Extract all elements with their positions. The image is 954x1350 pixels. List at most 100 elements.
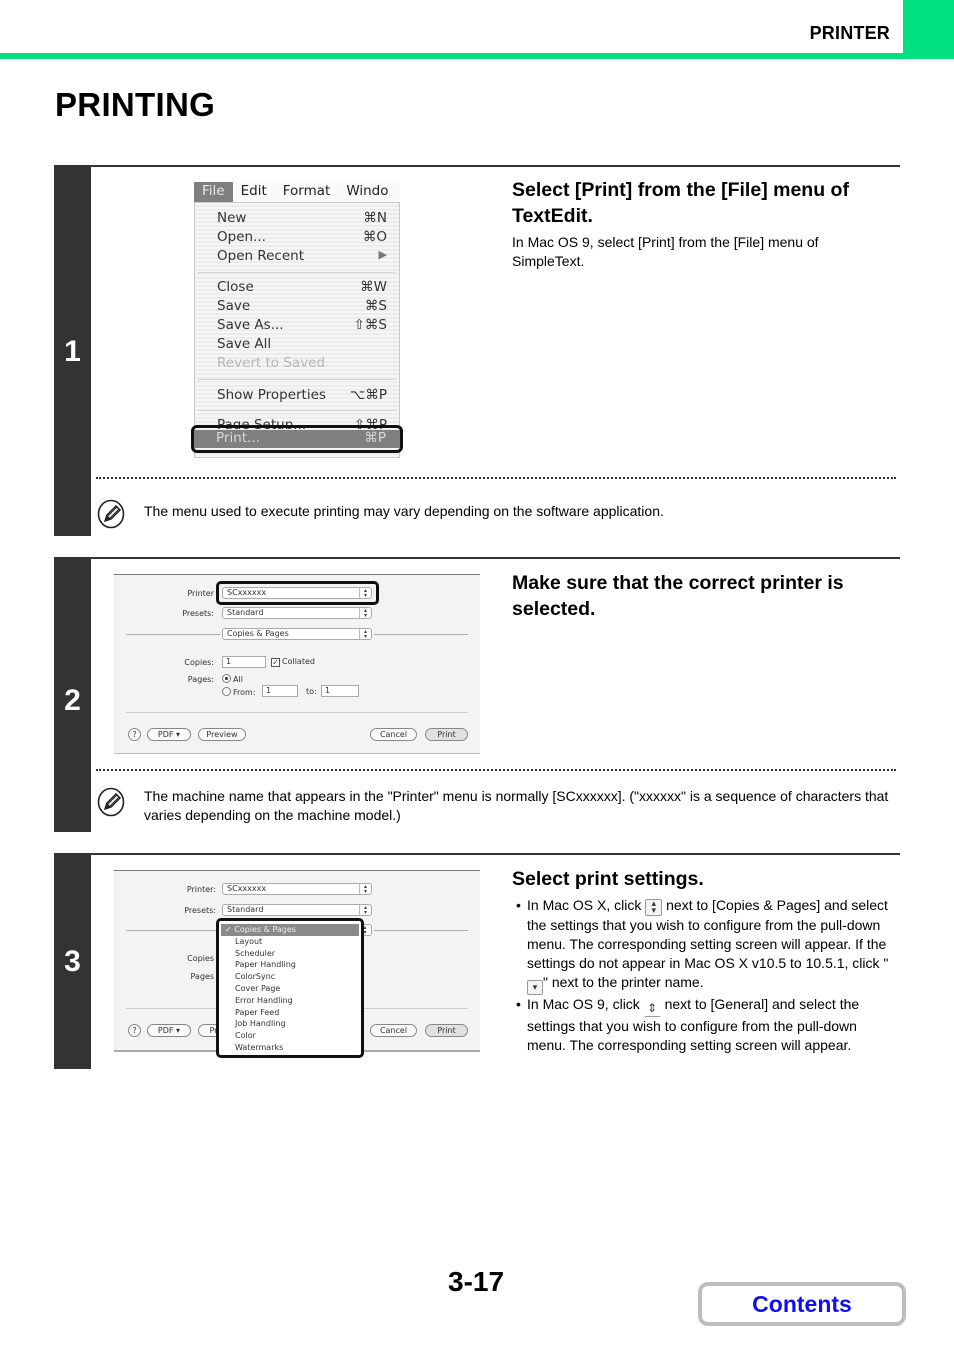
step-2: 2 Printer SCxxxxxx ▴ ▾ Presets: Standard ▴ ▾… [54, 557, 900, 832]
printer-select[interactable]: SCxxxxxx ▴ ▾ [222, 883, 372, 895]
stepper-arrows-icon: ▴ ▾ [359, 608, 371, 619]
menubar: File Edit Format Windo [194, 182, 400, 202]
menu-item-shortcut: ⌘N [363, 210, 387, 226]
printer-label: Printer: [186, 885, 216, 894]
print-dialog-screenshot: Printer SCxxxxxx ▴ ▾ Presets: Standard ▴ ▾ C… [114, 574, 480, 754]
menu-item-new[interactable]: New ⌘N [217, 210, 387, 229]
divider [374, 930, 468, 931]
note: The machine name that appears in the "Pr… [96, 787, 896, 825]
file-menu-dropdown: New ⌘N Open... ⌘O Open Recent ▶ Close ⌘W Sav… [194, 202, 400, 458]
menu-item-label: Save All [217, 336, 272, 352]
menu-format[interactable]: Format [275, 182, 339, 202]
presets-label: Presets: [182, 609, 214, 618]
all-label: All [233, 675, 243, 684]
page-number: 3-17 [448, 1266, 505, 1297]
menu-separator [198, 272, 396, 273]
print-button[interactable]: Print [425, 728, 468, 741]
menu-window[interactable]: Windo [338, 182, 396, 202]
presets-select[interactable]: Standard ▴ ▾ [222, 904, 372, 916]
menu-item-open-recent[interactable]: Open Recent ▶ [217, 248, 387, 267]
divider [126, 634, 220, 635]
divider [126, 930, 220, 931]
step-title: Select print settings. [512, 868, 704, 890]
stepper-arrows-icon: ▴ ▾ [359, 884, 371, 895]
to-input[interactable]: 1 [321, 685, 359, 697]
step-number: 1 [54, 167, 91, 536]
menu-item-label: Print... [216, 430, 260, 446]
menu-item-label: Revert to Saved [217, 355, 326, 371]
file-menu-screenshot: File Edit Format Windo New ⌘N Open... ⌘O O… [191, 180, 404, 460]
menu-item-save-as[interactable]: Save As... ⇧⌘S [217, 317, 387, 336]
menu-item-label: Close [217, 279, 254, 295]
instruction-item: In Mac OS X, click ▴▾ next to [Copies & … [512, 896, 892, 995]
step-number: 3 [54, 855, 91, 1069]
pdf-button[interactable]: PDF ▾ [147, 1024, 191, 1037]
panel-select[interactable]: Copies & Pages ▴ ▾ [222, 628, 372, 640]
divider [126, 712, 468, 713]
step-1: 1 File Edit Format Windo New ⌘N Open... ⌘O… [54, 165, 900, 536]
panel-value: Copies & Pages [227, 629, 289, 638]
printer-label: Printer [187, 589, 214, 598]
menu-item-close[interactable]: Close ⌘W [217, 279, 387, 298]
print-button[interactable]: Print [425, 1024, 468, 1037]
stepper-arrows-icon: ▴ ▾ [359, 629, 371, 640]
dropdown-item-layout[interactable]: Layout [221, 936, 359, 948]
menu-item-shortcut: ⌘S [364, 298, 387, 314]
header-accent-bar [0, 53, 954, 59]
collated-label: Collated [282, 657, 315, 666]
menu-item-open[interactable]: Open... ⌘O [217, 229, 387, 248]
cancel-button[interactable]: Cancel [370, 728, 417, 741]
dropdown-item-color[interactable]: Color [221, 1030, 359, 1042]
dropdown-item-watermarks[interactable]: Watermarks [221, 1042, 359, 1054]
copies-input[interactable]: 1 [222, 656, 266, 668]
menu-item-shortcut: ⌘P [364, 430, 386, 446]
pages-from-radio[interactable]: From: [222, 687, 256, 697]
stepper-arrows-icon: ▴ ▾ [359, 905, 371, 916]
menu-separator [198, 379, 396, 380]
dropdown-item-error-handling[interactable]: Error Handling [221, 995, 359, 1007]
cancel-button[interactable]: Cancel [370, 1024, 417, 1037]
print-highlight-frame: Print... ⌘P [191, 425, 403, 453]
pages-all-radio[interactable]: All [222, 674, 243, 684]
panel-dropdown-menu: ✓ Copies & Pages Layout Scheduler Paper … [216, 918, 364, 1058]
pdf-button[interactable]: PDF ▾ [147, 728, 191, 741]
menu-item-shortcut: ⌘O [362, 229, 387, 245]
menu-file[interactable]: File [194, 182, 233, 202]
preview-button[interactable]: Preview [198, 728, 246, 741]
presets-select[interactable]: Standard ▴ ▾ [222, 607, 372, 619]
menu-item-save-all[interactable]: Save All [217, 336, 387, 355]
dropdown-item-colorsync[interactable]: ColorSync [221, 971, 359, 983]
pages-label: Pages: [187, 675, 214, 684]
menu-item-save[interactable]: Save ⌘S [217, 298, 387, 317]
menu-item-label: Show Properties [217, 387, 326, 403]
note-text: The machine name that appears in the "Pr… [144, 788, 889, 823]
dropdown-triangle-icon: ▾ [527, 980, 543, 995]
print-dialog-screenshot: Printer: SCxxxxxx ▴ ▾ Presets: Standard ▴ ▾ … [114, 870, 480, 1058]
menu-item-print[interactable]: Print... ⌘P [194, 430, 400, 448]
pencil-note-icon [97, 499, 125, 529]
menu-separator [198, 410, 396, 411]
from-label: From: [233, 688, 256, 697]
stepper-arrows-icon: ⇕ [643, 1000, 661, 1017]
help-button[interactable]: ? [128, 1024, 141, 1037]
radio-selected-icon [222, 674, 231, 683]
help-button[interactable]: ? [128, 728, 141, 741]
dropdown-item-scheduler[interactable]: Scheduler [221, 948, 359, 960]
menu-item-show-properties[interactable]: Show Properties ⌥⌘P [217, 387, 387, 406]
dropdown-item-paper-handling[interactable]: Paper Handling [221, 959, 359, 971]
menu-item-shortcut: ⇧⌘S [353, 317, 387, 333]
dotted-divider [96, 769, 896, 771]
pages-label: Pages [190, 972, 214, 981]
collated-checkbox[interactable]: ✓ Collated [271, 657, 315, 667]
from-input[interactable]: 1 [262, 685, 298, 697]
menu-edit[interactable]: Edit [233, 182, 275, 202]
menu-item-label: Open Recent [217, 248, 305, 264]
step-title: Select [Print] from the [File] menu of T… [512, 179, 849, 227]
dropdown-item-job-handling[interactable]: Job Handling [221, 1018, 359, 1030]
presets-value: Standard [227, 905, 264, 914]
dropdown-item-cover-page[interactable]: Cover Page [221, 983, 359, 995]
dropdown-item-paper-feed[interactable]: Paper Feed [221, 1007, 359, 1019]
dropdown-item-copies-pages[interactable]: ✓ Copies & Pages [221, 924, 359, 936]
contents-button[interactable]: Contents [698, 1282, 906, 1326]
instruction-text: In Mac OS 9, click [527, 996, 640, 1012]
